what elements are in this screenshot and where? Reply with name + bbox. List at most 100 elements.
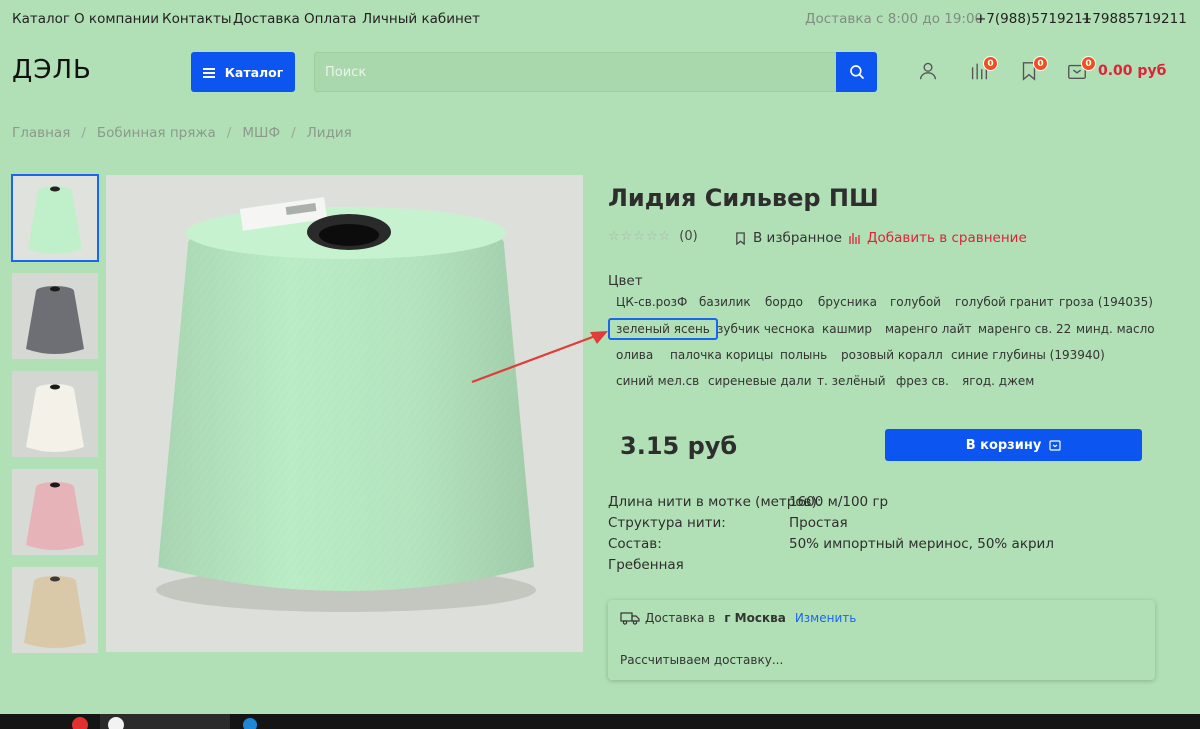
yarn-cone-image <box>12 567 98 653</box>
add-to-cart-button[interactable]: В корзину <box>885 429 1142 461</box>
color-option[interactable]: синие глубины (193940) <box>943 344 1113 366</box>
taskbar-window-tab[interactable] <box>100 714 230 729</box>
color-option[interactable]: фрез св. <box>888 370 957 392</box>
yarn-cone-image <box>106 175 583 652</box>
color-option[interactable]: олива <box>608 344 661 366</box>
color-option[interactable]: сиреневые дали <box>700 370 820 392</box>
property-name: Структура нити: <box>608 515 726 531</box>
add-to-favorites-label: В избранное <box>753 230 842 246</box>
favorites-count-badge: 0 <box>1033 56 1048 71</box>
site-logo[interactable]: ДЭЛЬ <box>12 55 92 85</box>
breadcrumb: Главная / Бобинная пряжа / МШФ / Лидия <box>12 125 352 141</box>
top-nav-catalog[interactable]: Каталог <box>12 11 70 27</box>
search-button[interactable] <box>836 52 877 92</box>
delivery-status: Рассчитываем доставку... <box>620 653 784 667</box>
top-nav-about[interactable]: О компании <box>74 11 159 27</box>
phone-secondary[interactable]: +79885719211 <box>1081 11 1187 27</box>
color-option[interactable]: кашмир <box>814 318 880 340</box>
top-nav-account[interactable]: Личный кабинет <box>362 11 480 27</box>
star-rating-icons: ☆☆☆☆☆ <box>608 229 672 244</box>
add-to-compare-label: Добавить в сравнение <box>867 230 1027 246</box>
color-option[interactable]: ЦК-св.розФ <box>608 291 695 313</box>
property-value: Простая <box>789 515 848 531</box>
color-option[interactable]: минд. масло <box>1068 318 1163 340</box>
gallery-thumb-5[interactable] <box>12 567 98 653</box>
color-label: Цвет <box>608 273 643 289</box>
delivery-header: Доставка в г Москва Изменить <box>620 611 856 625</box>
color-option[interactable]: бордо <box>757 291 811 313</box>
color-option[interactable]: гроза (194035) <box>1051 291 1161 313</box>
top-nav-delivery[interactable]: Доставка <box>233 11 300 27</box>
truck-icon <box>620 611 640 625</box>
color-option[interactable]: т. зелёный <box>809 370 894 392</box>
top-nav-payment[interactable]: Оплата <box>304 11 357 27</box>
yarn-cone-image <box>12 273 98 359</box>
bookmark-icon <box>736 231 745 245</box>
color-option[interactable]: голубой <box>882 291 949 313</box>
delivery-widget: Доставка в г Москва Изменить Рассчитывае… <box>608 600 1155 680</box>
gallery-thumb-2[interactable] <box>12 273 98 359</box>
yarn-cone-image <box>12 371 98 457</box>
yarn-cone-image <box>12 175 98 261</box>
delivery-city: г Москва <box>724 611 786 625</box>
add-to-cart-label: В корзину <box>965 437 1042 453</box>
product-main-image[interactable] <box>106 175 583 652</box>
breadcrumb-current: Лидия <box>306 125 352 141</box>
search-input[interactable] <box>314 52 837 92</box>
color-option[interactable]: базилик <box>691 291 759 313</box>
property-name: Гребенная <box>608 557 684 573</box>
rating-count: (0) <box>679 229 698 244</box>
property-value: 50% импортный меринос, 50% акрил <box>789 536 1054 552</box>
cart-icon <box>1049 439 1061 451</box>
compare-icon <box>849 233 860 244</box>
top-bar: Каталог О компании Контакты Доставка Опл… <box>0 0 1200 38</box>
rating[interactable]: ☆☆☆☆☆ (0) <box>608 229 698 244</box>
yandex-browser-taskbar-icon[interactable] <box>70 714 90 729</box>
color-option-selected[interactable]: зеленый ясень <box>608 318 718 340</box>
gallery-thumb-4[interactable] <box>12 469 98 555</box>
menu-icon <box>202 67 215 78</box>
property-name: Состав: <box>608 536 662 552</box>
color-option[interactable]: полынь <box>772 344 835 366</box>
gallery-thumb-1[interactable] <box>11 174 99 262</box>
yarn-cone-image <box>12 469 98 555</box>
breadcrumb-separator: / <box>226 125 232 141</box>
color-option[interactable]: голубой гранит <box>947 291 1062 313</box>
product-price: 3.15 руб <box>620 432 738 460</box>
breadcrumb-home[interactable]: Главная <box>12 125 70 141</box>
color-option[interactable]: зубчик чеснока <box>709 318 823 340</box>
account-button[interactable] <box>917 60 943 86</box>
add-to-compare-link[interactable]: Добавить в сравнение <box>848 230 1027 246</box>
product-title: Лидия Сильвер ПШ <box>608 184 879 212</box>
gallery-thumb-3[interactable] <box>12 371 98 457</box>
delivery-hours: Доставка с 8:00 до 19:00 <box>805 11 984 27</box>
user-icon <box>919 62 937 80</box>
breadcrumb-mshf[interactable]: МШФ <box>242 125 280 141</box>
os-taskbar <box>0 714 1200 729</box>
color-option[interactable]: синий мел.св <box>608 370 707 392</box>
add-to-favorites-link[interactable]: В избранное <box>735 230 842 246</box>
breadcrumb-separator: / <box>291 125 296 141</box>
breadcrumb-separator: / <box>81 125 86 141</box>
catalog-button[interactable]: Каталог <box>191 52 295 92</box>
delivery-label: Доставка в <box>645 611 716 625</box>
color-option[interactable]: розовый коралл <box>833 344 951 366</box>
cart-total[interactable]: 0.00 руб <box>1098 63 1166 79</box>
property-value: 1600 м/100 гр <box>789 494 889 510</box>
color-option[interactable]: маренго лайт <box>877 318 980 340</box>
favorites-button[interactable]: 0 <box>1018 56 1048 86</box>
color-option[interactable]: брусника <box>810 291 885 313</box>
phone-primary[interactable]: +7(988)5719211 <box>975 11 1091 27</box>
cart-button[interactable]: 0 <box>1066 56 1096 86</box>
color-option[interactable]: палочка корицы <box>662 344 781 366</box>
catalog-button-label: Каталог <box>224 64 284 80</box>
compare-header-button[interactable]: 0 <box>968 56 998 86</box>
top-nav-contacts[interactable]: Контакты <box>162 11 231 27</box>
breadcrumb-bobbin-yarn[interactable]: Бобинная пряжа <box>97 125 216 141</box>
compare-count-badge: 0 <box>983 56 998 71</box>
color-option[interactable]: ягод. джем <box>954 370 1042 392</box>
taskbar-app-icon[interactable] <box>240 714 260 729</box>
color-option[interactable]: маренго св. 22 <box>970 318 1079 340</box>
change-city-link[interactable]: Изменить <box>795 611 857 625</box>
search-icon <box>849 65 864 79</box>
